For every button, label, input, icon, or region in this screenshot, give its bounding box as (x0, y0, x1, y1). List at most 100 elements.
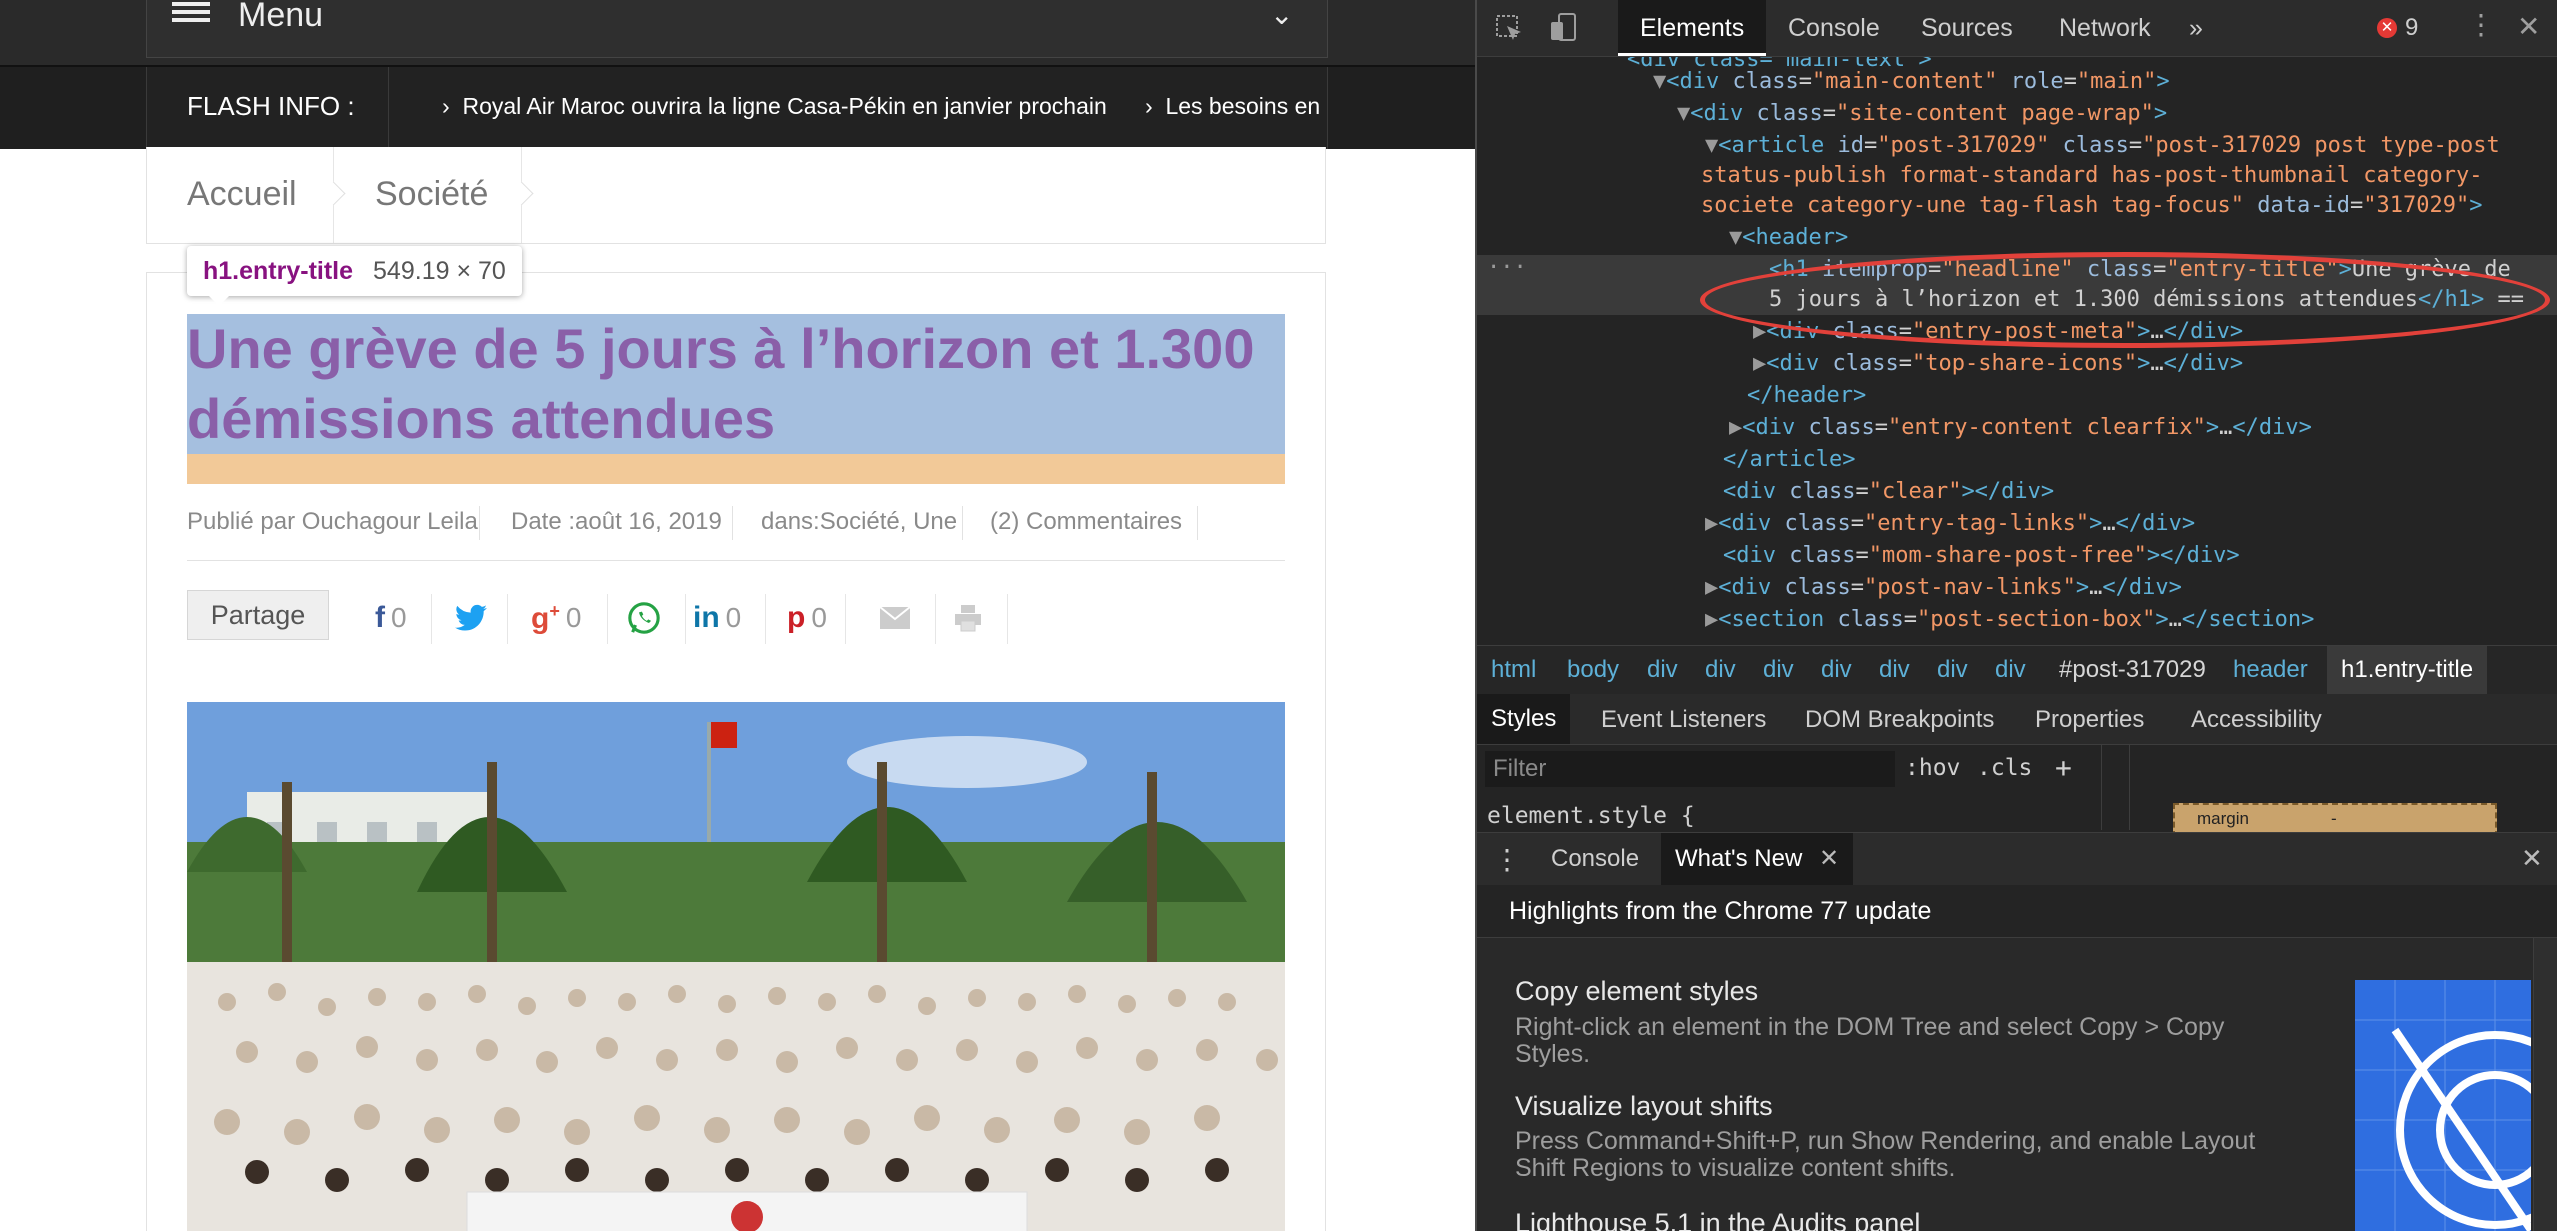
whats-new-scrollbar[interactable] (2533, 938, 2557, 1231)
more-tabs-button[interactable]: » (2189, 0, 2203, 56)
breadcrumb-home[interactable]: Accueil (187, 175, 297, 214)
crumb-div[interactable]: div (1705, 656, 1736, 684)
tab-event-listeners[interactable]: Event Listeners (1601, 706, 1766, 734)
share-bar: Partage f 0 g+ 0 in 0 p 0 (187, 590, 1285, 646)
class-toggle[interactable]: .cls (1977, 755, 2032, 781)
post-author[interactable]: Publié par Ouchagour Leila (187, 508, 478, 536)
facebook-share[interactable]: f 0 (375, 590, 407, 646)
tab-sources[interactable]: Sources (1921, 0, 2013, 56)
crumb-h1-selected[interactable]: h1.entry-title (2327, 646, 2488, 694)
post-meta: Publié par Ouchagour Leila Date :août 16… (187, 506, 1285, 561)
tab-styles[interactable]: Styles (1477, 694, 1571, 744)
drawer-tab-console[interactable]: Console (1551, 845, 1639, 873)
whats-new-header: Highlights from the Chrome 77 update (1477, 885, 2557, 938)
dom-node[interactable]: </article> (1723, 447, 1855, 472)
dom-node[interactable]: ▼<div class="main-content" role="main"> (1653, 69, 2170, 94)
drawer-tab-whats-new[interactable]: What's New ✕ (1661, 833, 1854, 885)
crumb-div[interactable]: div (1879, 656, 1910, 684)
box-margin-label: margin (2197, 809, 2249, 828)
dom-tree: <div class="main-text"> ▼<div class="mai… (1477, 57, 2557, 643)
dom-node[interactable]: ▼<div class="site-content page-wrap"> (1677, 101, 2167, 126)
hover-state-toggle[interactable]: :hov (1905, 755, 1960, 781)
crumb-div[interactable]: div (1937, 656, 1968, 684)
post-comments[interactable]: (2) Commentaires (990, 508, 1182, 536)
whats-new-item-desc: Press Command+Shift+P, run Show Renderin… (1515, 1127, 2256, 1182)
flash-info-bar: FLASH INFO : › Royal Air Maroc ouvrira l… (0, 65, 1475, 149)
tab-accessibility[interactable]: Accessibility (2191, 706, 2322, 734)
drawer-tabbar: ⋮ Console What's New ✕ ✕ (1477, 832, 2557, 886)
dom-node[interactable]: ▶<div class="entry-tag-links">…</div> (1705, 511, 2195, 536)
box-margin-value: - (2331, 809, 2337, 828)
whats-new-item-title[interactable]: Lighthouse 5.1 in the Audits panel (1515, 1208, 1920, 1231)
chevron-down-icon[interactable]: ⌄ (1270, 0, 1293, 31)
dom-node[interactable]: </header> (1747, 383, 1866, 408)
whatsapp-share[interactable] (627, 590, 661, 646)
post-category[interactable]: dans:Société, Une (761, 508, 957, 536)
gplus-share[interactable]: g+ 0 (531, 590, 581, 646)
tab-properties[interactable]: Properties (2035, 706, 2144, 734)
whats-new-item-title[interactable]: Visualize layout shifts (1515, 1091, 1773, 1122)
crumb-div[interactable]: div (1647, 656, 1678, 684)
crowd-photo (187, 702, 1285, 1231)
crumb-header[interactable]: header (2233, 656, 2308, 684)
post-date: Date :août 16, 2019 (511, 508, 722, 535)
dom-node[interactable]: ▶<div class="top-share-icons">…</div> (1753, 351, 2243, 376)
dom-node[interactable]: <div class="clear"></div> (1723, 479, 2054, 504)
tab-dom-breakpoints[interactable]: DOM Breakpoints (1805, 706, 1994, 734)
tab-network[interactable]: Network (2059, 0, 2151, 56)
menu-toggle[interactable] (146, 0, 1328, 58)
drawer-menu-icon[interactable]: ⋮ (1493, 843, 1521, 876)
facebook-icon: f (375, 601, 385, 634)
element-style-rule[interactable]: element.style { (1487, 803, 1695, 829)
dom-node[interactable]: <div class="mom-share-post-free"></div> (1723, 543, 2240, 568)
top-menu-bar: Menu ⌄ (0, 0, 1475, 65)
tab-elements[interactable]: Elements (1618, 0, 1767, 56)
crumb-div[interactable]: div (1821, 656, 1852, 684)
dom-node[interactable]: ▶<section class="post-section-box">…</se… (1705, 607, 2314, 632)
whatsapp-icon (628, 602, 660, 634)
inspect-highlight-margin (187, 454, 1285, 484)
device-toolbar-icon[interactable] (1549, 12, 1579, 44)
crumb-div[interactable]: div (1995, 656, 2026, 684)
error-icon: ✕ (2377, 18, 2397, 38)
whats-new-item-desc: Right-click an element in the DOM Tree a… (1515, 1013, 2225, 1068)
styles-filter-input[interactable]: Filter (1485, 751, 1895, 787)
tab-console[interactable]: Console (1788, 0, 1880, 56)
more-options-icon[interactable]: ⋮ (2467, 8, 2495, 41)
linkedin-icon: in (693, 601, 720, 634)
annotation-circle (1700, 252, 2550, 348)
tooltip-selector: h1.entry-title (203, 256, 354, 285)
crumb-body[interactable]: body (1567, 656, 1619, 684)
breadcrumb-category[interactable]: Société (375, 175, 488, 214)
dom-node[interactable]: ▼<header> (1729, 225, 1848, 250)
new-style-rule-button[interactable]: + (2055, 751, 2072, 784)
flash-info-label: FLASH INFO : (187, 91, 355, 121)
whats-new-item-title[interactable]: Copy element styles (1515, 976, 1758, 1007)
hamburger-icon[interactable] (172, 2, 210, 30)
website-viewport: Menu ⌄ FLASH INFO : › Royal Air Maroc ou… (0, 0, 1475, 1231)
dom-node[interactable]: ▶<div class="entry-content clearfix">…</… (1729, 415, 2312, 440)
inspect-element-icon[interactable] (1495, 14, 1525, 44)
flash-item[interactable]: › Les besoins en (1145, 93, 1320, 120)
close-drawer-icon[interactable]: ✕ (2521, 843, 2543, 874)
dom-node-cont: status-publish format-standard has-post-… (1701, 163, 2483, 188)
linkedin-share[interactable]: in 0 (693, 590, 741, 646)
dom-more-dots[interactable]: ··· (1487, 255, 1527, 280)
dom-node[interactable]: ▶<div class="post-nav-links">…</div> (1705, 575, 2182, 600)
error-counter[interactable]: ✕ 9 (2377, 14, 2418, 42)
email-share[interactable] (879, 590, 911, 646)
twitter-share[interactable] (455, 590, 487, 646)
crumb-div[interactable]: div (1763, 656, 1794, 684)
menu-label[interactable]: Menu (238, 0, 323, 35)
dom-node-cont: societe category-une tag-flash tag-focus… (1701, 193, 2483, 218)
inspect-tooltip: h1.entry-title 549.19 × 70 (187, 246, 522, 306)
dom-node[interactable]: ▼<article id="post-317029" class="post-3… (1705, 133, 2500, 158)
share-label: Partage (187, 590, 329, 640)
pinterest-share[interactable]: p 0 (787, 590, 827, 646)
crumb-html[interactable]: html (1491, 656, 1536, 684)
flash-item[interactable]: › Royal Air Maroc ouvrira la ligne Casa-… (442, 93, 1107, 120)
print-share[interactable] (953, 590, 983, 646)
crumb-post-id[interactable]: #post-317029 (2059, 656, 2206, 684)
close-tab-icon[interactable]: ✕ (1819, 845, 1839, 872)
close-devtools-icon[interactable]: ✕ (2517, 10, 2540, 43)
